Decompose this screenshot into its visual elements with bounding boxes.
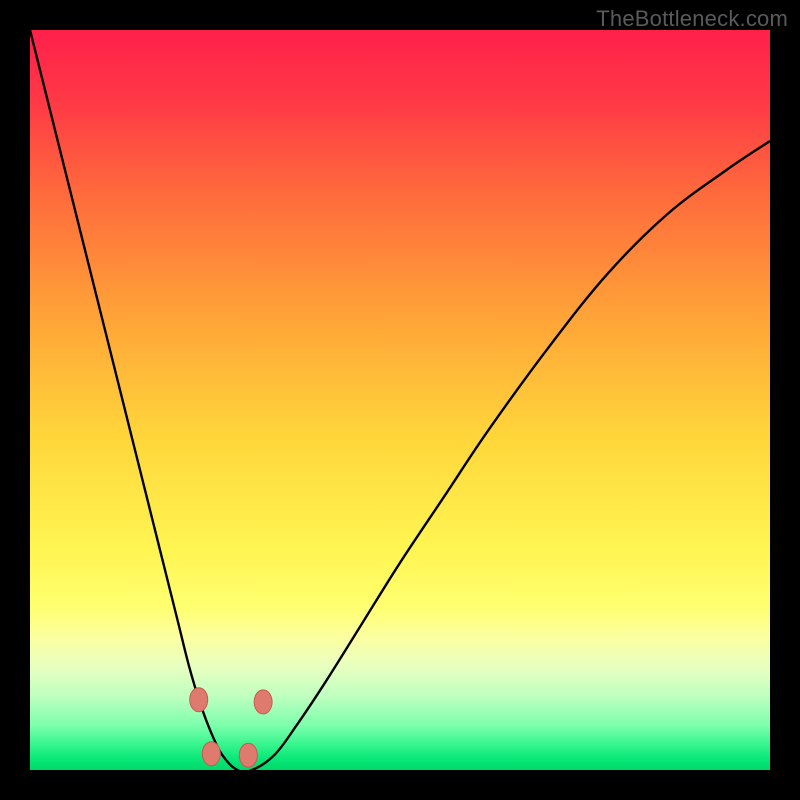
watermark-text: TheBottleneck.com xyxy=(596,6,788,32)
curve-marker xyxy=(190,688,208,712)
bottleneck-curve xyxy=(30,30,770,770)
plot-area xyxy=(30,30,770,770)
curve-markers xyxy=(190,688,272,768)
curve-marker xyxy=(239,743,257,767)
chart-stage: TheBottleneck.com xyxy=(0,0,800,800)
curve-marker xyxy=(254,690,272,714)
curve-marker xyxy=(202,742,220,766)
